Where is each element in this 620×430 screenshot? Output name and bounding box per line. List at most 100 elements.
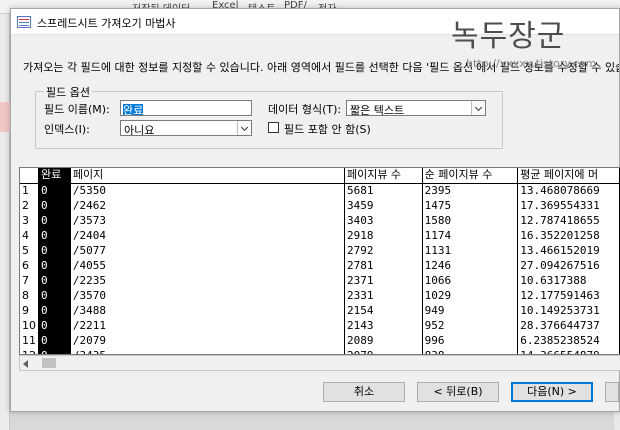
background-nav-pane xyxy=(0,14,10,430)
table-cell: 0 xyxy=(38,333,71,348)
cancel-button[interactable]: 취소 xyxy=(323,382,405,402)
table-cell: 12.177591463 xyxy=(517,288,620,303)
table-cell: 16.352201258 xyxy=(517,228,620,243)
table-cell: /3435 xyxy=(70,348,345,354)
table-cell: /4055 xyxy=(70,258,345,273)
table-cell: 1475 xyxy=(422,198,519,213)
table-cell: 2781 xyxy=(344,258,423,273)
row-number: 10 xyxy=(20,318,39,333)
back-button[interactable]: < 뒤로(B) xyxy=(417,382,499,402)
column-header[interactable]: 순 페이지뷰 수 xyxy=(422,168,519,184)
field-name-label: 필드 이름(M): xyxy=(44,103,110,116)
table-cell: 0 xyxy=(38,258,71,273)
table-cell: 0 xyxy=(38,348,71,354)
table-row: 2 0/2462 3459 1475 17.369554331 xyxy=(20,198,620,213)
column-header[interactable]: 페이지뷰 수 xyxy=(344,168,423,184)
table-cell: 2371 xyxy=(344,273,423,288)
url-watermark: http://xxxxx.tistory.com xyxy=(466,57,597,70)
preview-table: 완료 페이지 페이지뷰 수 순 페이지뷰 수 평균 페이지에 머 1 0/5350… xyxy=(20,168,620,354)
table-cell: 5681 xyxy=(344,183,423,198)
column-header[interactable]: 완료 xyxy=(38,168,71,184)
table-cell: 2331 xyxy=(344,288,423,303)
skip-field-checkbox[interactable] xyxy=(268,122,279,133)
data-type-label: 데이터 형식(T): xyxy=(268,103,342,116)
table-cell: 10.149253731 xyxy=(517,303,620,318)
table-row: 8 0/3570 2331 1029 12.177591463 xyxy=(20,288,620,303)
data-type-select[interactable]: 짧은 텍스트 xyxy=(346,100,486,116)
table-cell: 838 xyxy=(422,348,519,354)
table-cell: 1066 xyxy=(422,273,519,288)
row-number: 3 xyxy=(20,213,39,228)
table-cell: 2792 xyxy=(344,243,423,258)
table-row: 12 0/3435 2079 838 14.366554879 xyxy=(20,348,620,354)
table-cell: 0 xyxy=(38,318,71,333)
table-cell: 2079 xyxy=(344,348,423,354)
row-number: 9 xyxy=(20,303,39,318)
chevron-down-icon[interactable] xyxy=(471,101,485,115)
table-cell: 952 xyxy=(422,318,519,333)
row-number-header xyxy=(20,168,39,184)
table-cell: 27.094267516 xyxy=(517,258,620,273)
grid-header-row: 완료 페이지 페이지뷰 수 순 페이지뷰 수 평균 페이지에 머 xyxy=(20,168,620,184)
table-cell: 3459 xyxy=(344,198,423,213)
table-cell: /3573 xyxy=(70,213,345,228)
scroll-left-icon[interactable] xyxy=(23,360,28,368)
row-number: 5 xyxy=(20,243,39,258)
table-row: 7 0/2235 2371 1066 10.6317388 xyxy=(20,273,620,288)
table-cell: 2918 xyxy=(344,228,423,243)
table-cell: 6.2385238524 xyxy=(517,333,620,348)
row-number: 12 xyxy=(20,348,39,354)
table-cell: 1246 xyxy=(422,258,519,273)
table-cell: 0 xyxy=(38,288,71,303)
table-cell: 0 xyxy=(38,243,71,258)
table-cell: 2154 xyxy=(344,303,423,318)
table-cell: 1580 xyxy=(422,213,519,228)
table-cell: 2143 xyxy=(344,318,423,333)
table-cell: /3488 xyxy=(70,303,345,318)
table-cell: 0 xyxy=(38,198,71,213)
table-cell: 0 xyxy=(38,213,71,228)
spreadsheet-icon xyxy=(17,16,31,28)
table-cell: /2079 xyxy=(70,333,345,348)
field-options-group: 필드 옵션 필드 이름(M): 완료 데이터 형식(T): 짧은 텍스트 인덱스… xyxy=(35,84,503,149)
column-header[interactable]: 평균 페이지에 머 xyxy=(517,168,620,184)
row-number: 4 xyxy=(20,228,39,243)
row-number: 6 xyxy=(20,258,39,273)
table-cell: 1029 xyxy=(422,288,519,303)
import-wizard-dialog: 스프레드시트 가져오기 마법사 녹두장군 가져오는 각 필드에 대한 정보를 지… xyxy=(10,8,620,412)
table-cell: 949 xyxy=(422,303,519,318)
scroll-thumb[interactable] xyxy=(42,358,56,368)
table-cell: 0 xyxy=(38,273,71,288)
data-preview-grid[interactable]: 완료 페이지 페이지뷰 수 순 페이지뷰 수 평균 페이지에 머 1 0/5350… xyxy=(19,167,620,355)
table-cell: 3403 xyxy=(344,213,423,228)
row-number: 8 xyxy=(20,288,39,303)
table-row: 9 0/3488 2154 949 10.149253731 xyxy=(20,303,620,318)
table-cell: 1174 xyxy=(422,228,519,243)
table-row: 11 0/2079 2089 996 6.2385238524 xyxy=(20,333,620,348)
index-select[interactable]: 아니요 xyxy=(120,120,252,136)
table-cell: 13.468078669 xyxy=(517,183,620,198)
table-cell: 0 xyxy=(38,303,71,318)
table-cell: 13.466152019 xyxy=(517,243,620,258)
table-cell: /2462 xyxy=(70,198,345,213)
column-header[interactable]: 페이지 xyxy=(70,168,345,184)
horizontal-scrollbar[interactable] xyxy=(19,355,620,371)
table-cell: /5077 xyxy=(70,243,345,258)
row-number: 11 xyxy=(20,333,39,348)
field-name-input[interactable]: 완료 xyxy=(120,100,252,116)
table-cell: 2089 xyxy=(344,333,423,348)
index-value: 아니요 xyxy=(124,124,155,136)
table-cell: 2395 xyxy=(422,183,519,198)
table-cell: 0 xyxy=(38,228,71,243)
table-row: 4 0/2404 2918 1174 16.352201258 xyxy=(20,228,620,243)
next-button[interactable]: 다음(N) > xyxy=(511,382,593,402)
watermark-logo: 녹두장군 xyxy=(451,19,566,54)
chevron-down-icon[interactable] xyxy=(237,121,251,135)
table-cell: /2211 xyxy=(70,318,345,333)
row-number: 1 xyxy=(20,183,39,198)
table-cell: 17.369554331 xyxy=(517,198,620,213)
table-row: 5 0/5077 2792 1131 13.466152019 xyxy=(20,243,620,258)
field-name-value: 완료 xyxy=(123,104,144,116)
finish-button-partial[interactable] xyxy=(605,382,619,402)
skip-field-label[interactable]: 필드 포함 안 함(S) xyxy=(284,121,371,137)
